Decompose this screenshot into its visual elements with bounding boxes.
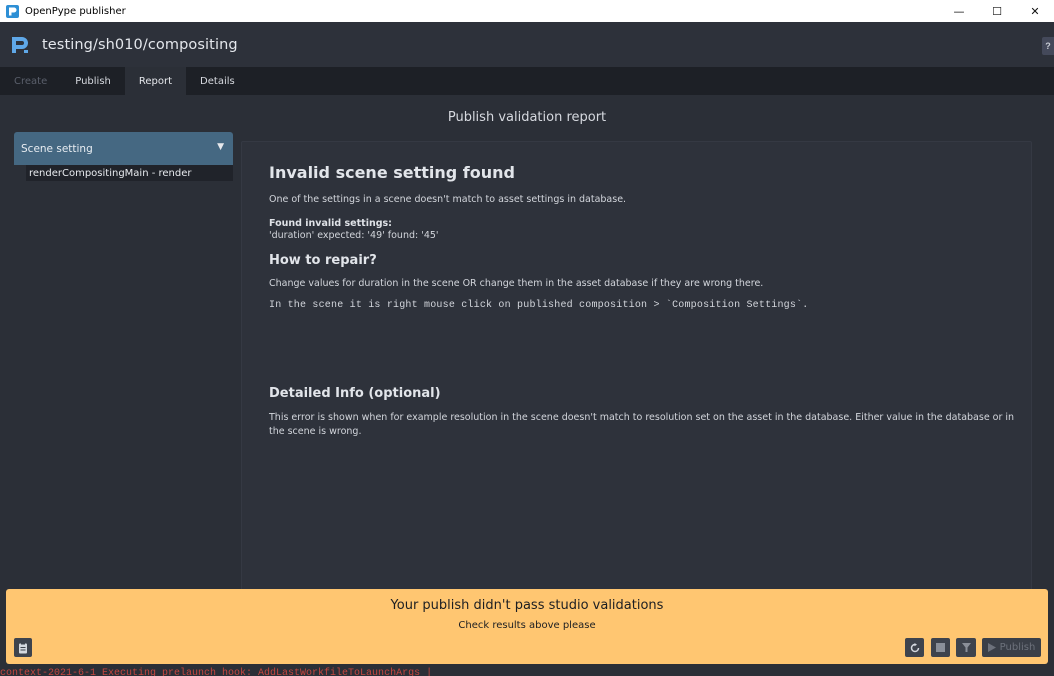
instance-item[interactable]: renderCompositingMain - render	[26, 165, 233, 181]
report-title: Publish validation report	[447, 110, 607, 125]
validation-failed-overlay: Your publish didn't pass studio validati…	[6, 589, 1048, 664]
detailed-info-heading: Detailed Info (optional)	[269, 386, 441, 401]
app-header: testing/sh010/compositing ?	[0, 22, 1054, 67]
play-icon	[987, 643, 996, 652]
context-title: testing/sh010/compositing	[42, 36, 238, 53]
refresh-icon	[910, 642, 919, 652]
window-controls: — ☐ ✕	[940, 0, 1054, 22]
window-title: OpenPype publisher	[25, 5, 126, 17]
openpype-logo-icon	[12, 35, 30, 55]
reset-button[interactable]	[905, 638, 924, 657]
publish-button-label: Publish	[999, 642, 1036, 653]
found-invalid-label: Found invalid settings:	[269, 218, 392, 229]
repair-text: Change values for duration in the scene …	[269, 278, 764, 289]
minimize-button[interactable]: —	[940, 0, 978, 22]
help-button[interactable]: ?	[1042, 37, 1054, 55]
error-description: One of the settings in a scene doesn't m…	[269, 194, 627, 205]
validation-group-header[interactable]: Scene setting ▼	[14, 132, 233, 165]
filter-icon	[961, 643, 971, 652]
error-details-panel: Invalid scene setting found One of the s…	[241, 141, 1032, 593]
copy-report-button[interactable]	[14, 638, 32, 657]
app-icon	[6, 4, 19, 18]
overlay-title: Your publish didn't pass studio validati…	[390, 598, 664, 613]
repair-code: In the scene it is right mouse click on …	[269, 300, 809, 311]
close-button[interactable]: ✕	[1016, 0, 1054, 22]
log-strip: context-2021-6-1 Executing prelaunch hoo…	[0, 664, 1054, 676]
tab-publish[interactable]: Publish	[61, 67, 125, 95]
validate-button[interactable]	[956, 638, 976, 657]
window-titlebar: OpenPype publisher — ☐ ✕	[0, 0, 1054, 22]
tab-report[interactable]: Report	[124, 67, 187, 95]
validation-groups-panel: Scene setting ▼ renderCompositingMain - …	[14, 132, 233, 181]
found-invalid-value: 'duration' expected: '49' found: '45'	[269, 230, 439, 241]
tab-create[interactable]: Create	[0, 67, 62, 95]
overlay-subtitle: Check results above please	[458, 620, 596, 631]
validation-group-label: Scene setting	[21, 142, 93, 155]
maximize-button[interactable]: ☐	[978, 0, 1016, 22]
detailed-info-text: This error is shown when for example res…	[269, 412, 1015, 437]
caret-down-icon: ▼	[217, 142, 224, 152]
log-text: context-2021-6-1 Executing prelaunch hoo…	[0, 668, 433, 676]
tab-details[interactable]: Details	[186, 67, 249, 95]
clipboard-icon	[19, 642, 27, 653]
error-heading: Invalid scene setting found	[269, 163, 515, 182]
stop-button[interactable]	[931, 638, 950, 657]
stop-icon	[936, 643, 945, 652]
publish-button[interactable]: Publish	[982, 638, 1041, 657]
tab-bar: Create Publish Report Details	[0, 67, 1054, 95]
repair-heading: How to repair?	[269, 253, 377, 268]
